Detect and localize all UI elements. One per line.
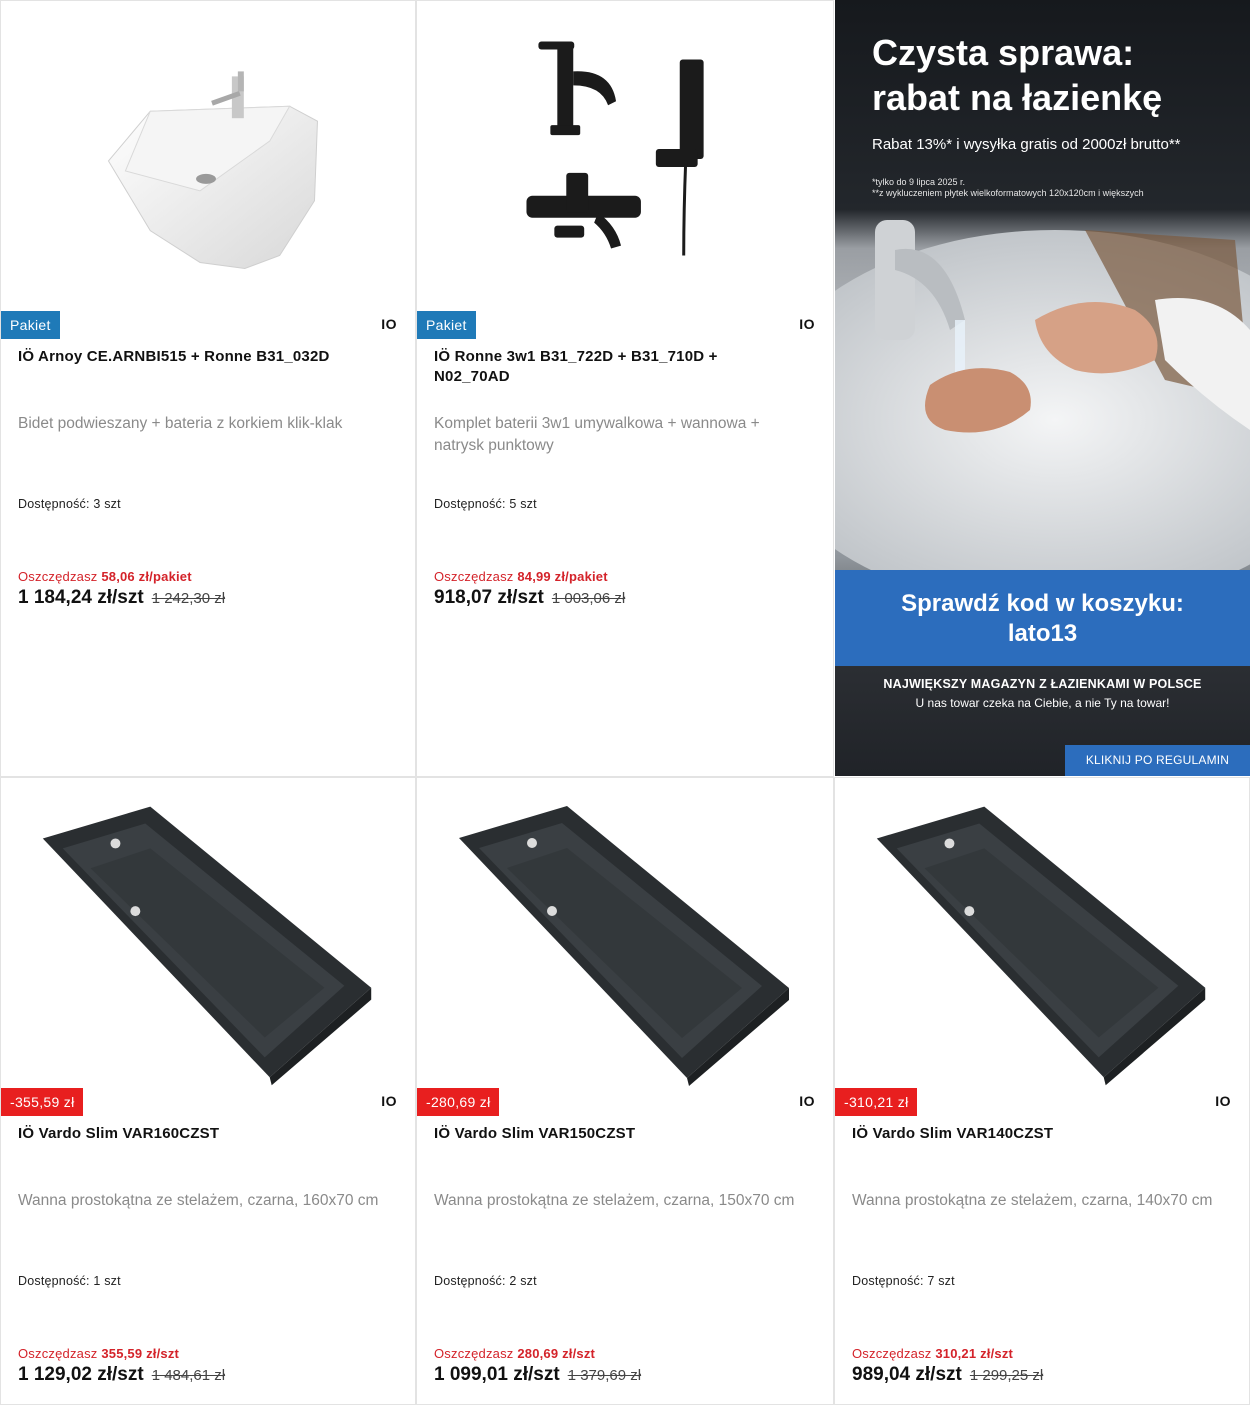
brand-logo: IO (799, 316, 815, 332)
savings-label: Oszczędzasz (434, 1346, 514, 1361)
product-card[interactable]: -355,59 zł IO IÖ Vardo Slim VAR160CZST W… (0, 777, 416, 1405)
availability-label: Dostępność: (434, 1274, 506, 1288)
bidet-image (1, 1, 415, 309)
product-price: 989,04 zł/szt 1 299,25 zł (852, 1364, 1043, 1386)
savings-value: 84,99 zł/pakiet (517, 569, 608, 584)
product-price: 1 099,01 zł/szt 1 379,69 zł (434, 1364, 641, 1386)
product-title[interactable]: IÖ Vardo Slim VAR140CZST (852, 1124, 1189, 1144)
savings-label: Oszczędzasz (18, 1346, 98, 1361)
product-availability: Dostępność: 2 szt (434, 1274, 537, 1288)
product-title[interactable]: IÖ Vardo Slim VAR160CZST (18, 1124, 355, 1144)
availability-value: 2 szt (509, 1274, 537, 1288)
product-image[interactable] (1, 778, 415, 1086)
savings-label: Oszczędzasz (852, 1346, 932, 1361)
product-price: 918,07 zł/szt 1 003,06 zł (434, 587, 625, 609)
availability-label: Dostępność: (18, 497, 90, 511)
banner-tagline: NAJWIĘKSZY MAGAZYN Z ŁAZIENKAMI W POLSCE (883, 677, 1202, 691)
product-image[interactable] (417, 778, 833, 1086)
savings-label: Oszczędzasz (18, 569, 98, 584)
product-price: 1 184,24 zł/szt 1 242,30 zł (18, 587, 225, 609)
product-description: Bidet podwieszany + bateria z korkiem kl… (18, 415, 343, 432)
product-card[interactable]: Pakiet IO IÖ Arnoy CE.ARNBI515 + Ronne B… (0, 0, 416, 777)
bathtub-image (835, 778, 1249, 1086)
availability-value: 5 szt (509, 497, 537, 511)
product-badge: -280,69 zł (417, 1088, 500, 1116)
current-price: 989,04 zł/szt (852, 1364, 962, 1385)
banner-footnote: **z wykluczeniem płytek wielkoformatowyc… (872, 188, 1144, 198)
savings-value: 310,21 zł/szt (935, 1346, 1014, 1361)
product-title[interactable]: IÖ Arnoy CE.ARNBI515 + Ronne B31_032D (18, 347, 355, 367)
promo-banner[interactable]: Czysta sprawa: rabat na łazienkę Rabat 1… (835, 0, 1250, 776)
old-price: 1 003,06 zł (551, 590, 626, 607)
banner-footnote: *tylko do 9 lipca 2025 r. (872, 177, 966, 187)
availability-label: Dostępność: (852, 1274, 924, 1288)
availability-value: 1 szt (93, 1274, 121, 1288)
product-badge: -310,21 zł (835, 1088, 918, 1116)
product-description: Komplet baterii 3w1 umywalkowa + wannowa… (434, 415, 760, 454)
current-price: 1 184,24 zł/szt (18, 587, 144, 608)
product-card[interactable]: Pakiet IO IÖ Ronne 3w1 B31_722D + B31_71… (416, 0, 834, 777)
old-price: 1 242,30 zł (151, 590, 226, 607)
old-price: 1 484,61 zł (151, 1367, 226, 1384)
promo-code-box: Sprawdź kod w koszyku: lato13 (835, 570, 1250, 666)
product-badge: Pakiet (417, 311, 476, 339)
regulations-button[interactable]: KLIKNIJ PO REGULAMIN (1065, 745, 1250, 776)
product-grid: Pakiet IO IÖ Arnoy CE.ARNBI515 + Ronne B… (0, 0, 1250, 1405)
product-card[interactable]: -310,21 zł IO IÖ Vardo Slim VAR140CZST W… (834, 777, 1250, 1405)
product-description: Wanna prostokątna ze stelażem, czarna, 1… (18, 1192, 379, 1209)
old-price: 1 299,25 zł (969, 1367, 1044, 1384)
banner-headline: Czysta sprawa: rabat na łazienkę (872, 32, 1163, 118)
brand-logo: IO (1215, 1093, 1231, 1109)
product-badge: Pakiet (1, 311, 60, 339)
product-availability: Dostępność: 7 szt (852, 1274, 955, 1288)
product-card[interactable]: -280,69 zł IO IÖ Vardo Slim VAR150CZST W… (416, 777, 834, 1405)
savings-value: 280,69 zł/szt (517, 1346, 596, 1361)
product-title[interactable]: IÖ Vardo Slim VAR150CZST (434, 1124, 773, 1144)
current-price: 1 129,02 zł/szt (18, 1364, 144, 1385)
savings-text: Oszczędzasz 280,69 zł/szt (434, 1346, 595, 1361)
product-description: Wanna prostokątna ze stelażem, czarna, 1… (434, 1192, 795, 1209)
product-availability: Dostępność: 5 szt (434, 497, 537, 511)
product-availability: Dostępność: 1 szt (18, 1274, 121, 1288)
promo-code-value: lato13 (1007, 620, 1078, 647)
brand-logo: IO (381, 316, 397, 332)
faucets-image (417, 1, 833, 309)
availability-label: Dostępność: (18, 1274, 90, 1288)
savings-value: 355,59 zł/szt (101, 1346, 180, 1361)
product-description: Wanna prostokątna ze stelażem, czarna, 1… (852, 1192, 1213, 1209)
product-price: 1 129,02 zł/szt 1 484,61 zł (18, 1364, 225, 1386)
product-image[interactable] (835, 778, 1249, 1086)
old-price: 1 379,69 zł (567, 1367, 642, 1384)
savings-text: Oszczędzasz 310,21 zł/szt (852, 1346, 1013, 1361)
product-title[interactable]: IÖ Ronne 3w1 B31_722D + B31_710D + N02_7… (434, 347, 773, 387)
product-availability: Dostępność: 3 szt (18, 497, 121, 511)
banner-tagline-sub: U nas towar czeka na Ciebie, a nie Ty na… (915, 696, 1170, 710)
current-price: 918,07 zł/szt (434, 587, 544, 608)
bathtub-image (1, 778, 415, 1086)
product-image[interactable] (1, 1, 415, 309)
banner-subtitle: Rabat 13%* i wysyłka gratis od 2000zł br… (872, 136, 1181, 153)
promo-code-label: Sprawdź kod w koszyku: (901, 590, 1184, 617)
brand-logo: IO (381, 1093, 397, 1109)
availability-value: 3 szt (93, 497, 121, 511)
savings-value: 58,06 zł/pakiet (101, 569, 192, 584)
availability-value: 7 szt (927, 1274, 955, 1288)
savings-text: Oszczędzasz 84,99 zł/pakiet (434, 569, 608, 584)
current-price: 1 099,01 zł/szt (434, 1364, 560, 1385)
availability-label: Dostępność: (434, 497, 506, 511)
savings-label: Oszczędzasz (434, 569, 514, 584)
bathtub-image (417, 778, 833, 1086)
brand-logo: IO (799, 1093, 815, 1109)
product-image[interactable] (417, 1, 833, 309)
product-badge: -355,59 zł (1, 1088, 84, 1116)
savings-text: Oszczędzasz 355,59 zł/szt (18, 1346, 179, 1361)
savings-text: Oszczędzasz 58,06 zł/pakiet (18, 569, 192, 584)
